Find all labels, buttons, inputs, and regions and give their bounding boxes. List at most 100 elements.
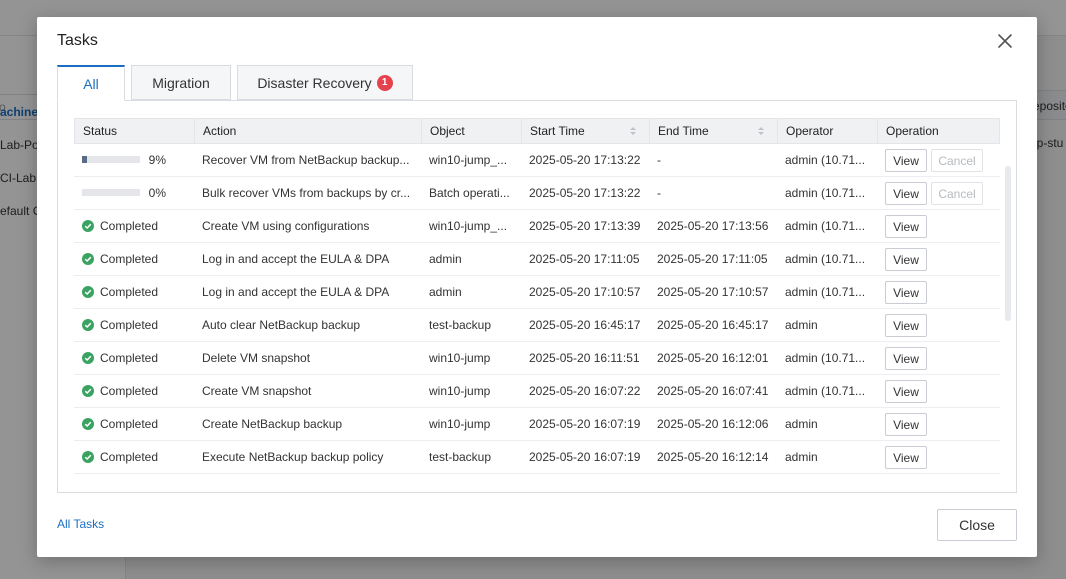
progress-percent: 0% [148,186,166,200]
action-cell: Log in and accept the EULA & DPA [202,285,390,299]
table-header: Status Action Object Start Time End Time… [74,118,1000,144]
status-cell: Completed [74,210,194,242]
progress-percent: 9% [148,153,166,167]
cancel-button[interactable]: Cancel [931,182,983,205]
action-cell: Create NetBackup backup [202,417,343,431]
view-button[interactable]: View [885,413,927,436]
view-button[interactable]: View [885,347,927,370]
column-header-start-time[interactable]: Start Time [522,119,650,143]
view-button[interactable]: View [885,314,927,337]
end-time-cell: 2025-05-20 16:45:17 [657,318,769,332]
status-cell: Completed [74,408,194,440]
end-time-cell: 2025-05-20 16:07:41 [657,384,769,398]
object-cell: test-backup [429,318,492,332]
view-button[interactable]: View [885,215,927,238]
table-row: Completed Create NetBackup backup win10-… [74,408,1000,441]
check-circle-icon [82,417,94,430]
view-button[interactable]: View [885,149,927,172]
end-time-cell: - [657,153,661,167]
object-cell: test-backup [429,450,492,464]
column-header-object: Object [422,119,522,143]
operator-cell: admin [785,450,818,464]
operator-cell: admin (10.71... [785,384,866,398]
operator-cell: admin [785,318,818,332]
start-time-cell: 2025-05-20 17:11:05 [529,252,640,266]
all-tasks-link[interactable]: All Tasks [57,517,104,531]
check-circle-icon [82,252,94,265]
end-time-cell: 2025-05-20 17:13:56 [657,219,769,233]
check-circle-icon [82,318,94,331]
table-scrollbar[interactable] [1005,166,1011,321]
tab-label: Migration [152,74,210,91]
progress-bar [82,189,140,197]
object-cell: win10-jump [429,351,491,365]
column-header-status: Status [75,119,195,143]
column-header-end-time[interactable]: End Time [650,119,778,143]
tab-migration[interactable]: Migration [131,65,231,100]
operator-cell: admin (10.71... [785,186,866,200]
object-cell: win10-jump_... [429,153,508,167]
object-cell: win10-jump [429,417,491,431]
column-header-operator: Operator [778,119,878,143]
cancel-button[interactable]: Cancel [931,149,983,172]
view-button[interactable]: View [885,248,927,271]
action-cell: Recover VM from NetBackup backup... [202,153,410,167]
start-time-cell: 2025-05-20 16:45:17 [529,318,641,332]
end-time-cell: 2025-05-20 17:10:57 [657,285,769,299]
start-time-cell: 2025-05-20 16:07:19 [529,450,641,464]
operator-cell: admin (10.71... [785,252,866,266]
end-time-cell: - [657,186,661,200]
status-cell: 9% [74,144,194,176]
status-cell: Completed [74,375,194,407]
view-button[interactable]: View [885,380,927,403]
table-row: Completed Log in and accept the EULA & D… [74,276,1000,309]
column-header-action: Action [195,119,422,143]
close-icon[interactable] [995,31,1015,51]
action-cell: Execute NetBackup backup policy [202,450,384,464]
tab-all[interactable]: All [57,65,125,101]
start-time-cell: 2025-05-20 17:13:22 [529,186,641,200]
view-button[interactable]: View [885,446,927,469]
sort-icon[interactable] [629,125,637,137]
view-button[interactable]: View [885,281,927,304]
action-cell: Delete VM snapshot [202,351,311,365]
check-circle-icon [82,450,94,463]
operator-cell: admin (10.71... [785,351,866,365]
object-cell: win10-jump [429,384,491,398]
tab-label: All [83,75,99,92]
start-time-cell: 2025-05-20 17:13:22 [529,153,641,167]
table-row: Completed Delete VM snapshot win10-jump … [74,342,1000,375]
view-button[interactable]: View [885,182,927,205]
close-button[interactable]: Close [937,509,1017,541]
check-circle-icon [82,285,94,298]
table-row: Completed Log in and accept the EULA & D… [74,243,1000,276]
status-cell: Completed [74,342,194,374]
table-row: Completed Execute NetBackup backup polic… [74,441,1000,474]
table-row: 0% Bulk recover VMs from backups by cr..… [74,177,1000,210]
action-cell: Create VM snapshot [202,384,312,398]
status-cell: Completed [74,243,194,275]
operator-cell: admin [785,417,818,431]
object-cell: Batch operati... [429,186,510,200]
end-time-cell: 2025-05-20 16:12:01 [657,351,769,365]
status-cell: 0% [74,177,194,209]
action-cell: Create VM using configurations [202,219,370,233]
table-row: 9% Recover VM from NetBackup backup... w… [74,144,1000,177]
check-circle-icon [82,219,94,232]
check-circle-icon [82,384,94,397]
object-cell: admin [429,285,462,299]
tab-label: Disaster Recovery [257,74,372,91]
table-row: Completed Auto clear NetBackup backup te… [74,309,1000,342]
status-cell: Completed [74,441,194,473]
sort-icon[interactable] [757,125,765,137]
tab-disaster-recovery[interactable]: Disaster Recovery 1 [237,65,413,100]
operator-cell: admin (10.71... [785,219,866,233]
start-time-cell: 2025-05-20 16:07:22 [529,384,641,398]
start-time-cell: 2025-05-20 16:11:51 [529,351,640,365]
count-badge: 1 [376,74,393,91]
table-row: Completed Create VM using configurations… [74,210,1000,243]
start-time-cell: 2025-05-20 17:13:39 [529,219,641,233]
operator-cell: admin (10.71... [785,285,866,299]
end-time-cell: 2025-05-20 17:11:05 [657,252,768,266]
object-cell: admin [429,252,462,266]
